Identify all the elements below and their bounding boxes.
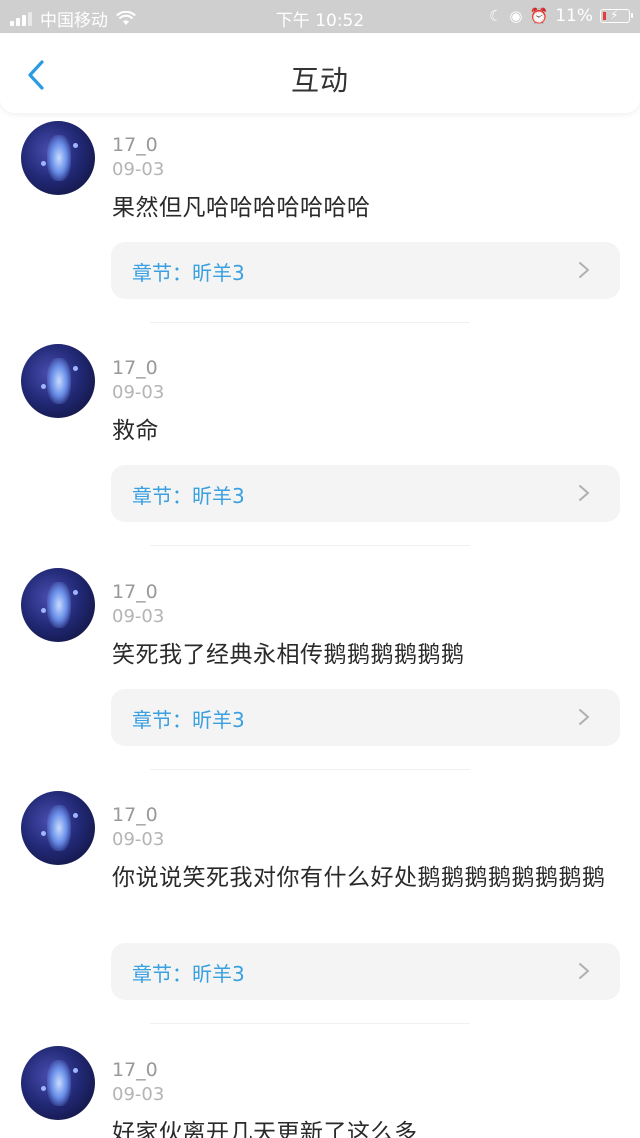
battery-percent: 11% <box>555 6 593 26</box>
moon-icon: ☾ <box>488 7 503 25</box>
orientation-lock-icon: ◉ <box>509 7 523 25</box>
comment-date: 09-03 <box>112 1084 165 1105</box>
comment-date: 09-03 <box>112 829 165 850</box>
comment-date: 09-03 <box>112 606 165 627</box>
chapter-link[interactable]: 章节：昕羊3 <box>111 465 620 522</box>
avatar[interactable] <box>21 791 95 865</box>
comment-text: 你说说笑死我对你有什么好处鹅鹅鹅鹅鹅鹅鹅鹅 <box>112 865 606 891</box>
comment-text: 果然但凡哈哈哈哈哈哈哈 <box>112 195 371 221</box>
comment-username[interactable]: 17_0 <box>112 1059 158 1081</box>
chevron-right-icon <box>579 963 589 979</box>
charging-bolt-icon: ⚡ <box>610 8 619 22</box>
comment-text: 好家伙离开几天更新了这么多 <box>112 1120 418 1138</box>
avatar[interactable] <box>21 568 95 642</box>
chevron-right-icon <box>579 485 589 501</box>
comment-username[interactable]: 17_0 <box>112 804 158 826</box>
chapter-label: 章节：昕羊3 <box>132 962 245 986</box>
chapter-link[interactable]: 章节：昕羊3 <box>111 242 620 299</box>
chapter-link[interactable]: 章节：昕羊3 <box>111 689 620 746</box>
divider <box>150 769 470 770</box>
avatar[interactable] <box>21 121 95 195</box>
comment-text: 救命 <box>112 418 159 444</box>
comment-username[interactable]: 17_0 <box>112 581 158 603</box>
battery-icon: ⚡ <box>600 8 633 23</box>
chevron-right-icon <box>579 262 589 278</box>
page-title: 互动 <box>290 64 349 97</box>
avatar[interactable] <box>21 1046 95 1120</box>
divider <box>150 545 470 546</box>
comment-date: 09-03 <box>112 382 165 403</box>
comment-username[interactable]: 17_0 <box>112 357 158 379</box>
nav-bar: 互动 <box>0 33 640 113</box>
divider <box>150 1023 470 1024</box>
comment-text: 笑死我了经典永相传鹅鹅鹅鹅鹅鹅 <box>112 642 465 668</box>
comment-date: 09-03 <box>112 159 165 180</box>
chapter-label: 章节：昕羊3 <box>132 708 245 732</box>
chapter-label: 章节：昕羊3 <box>132 261 245 285</box>
divider <box>150 322 470 323</box>
comment-username[interactable]: 17_0 <box>112 134 158 156</box>
alarm-icon: ⏰ <box>529 7 549 25</box>
chapter-link[interactable]: 章节：昕羊3 <box>111 943 620 1000</box>
status-bar: 中国移动 下午 10:52 ☾ ◉ ⏰ 11% ⚡ <box>0 0 640 33</box>
avatar[interactable] <box>21 344 95 418</box>
status-right: ☾ ◉ ⏰ 11% ⚡ <box>488 6 633 26</box>
chevron-right-icon <box>579 709 589 725</box>
chapter-label: 章节：昕羊3 <box>132 484 245 508</box>
